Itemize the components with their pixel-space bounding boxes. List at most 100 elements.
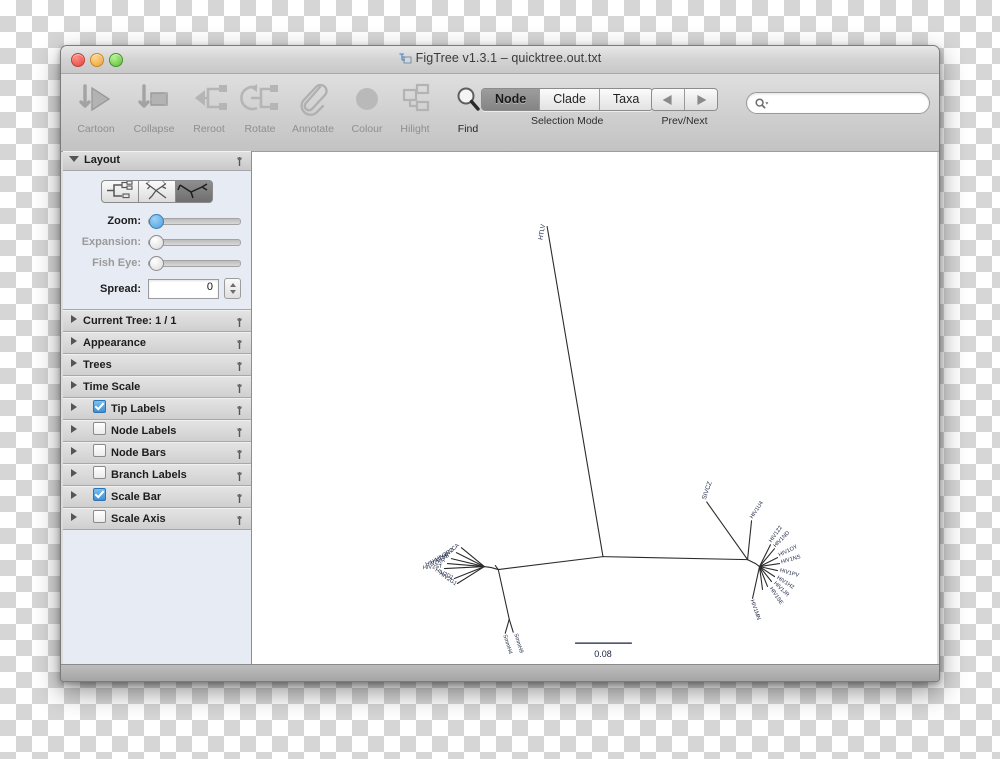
sidebar-item-node-labels[interactable]: Node Labels — [63, 420, 251, 442]
scale-axis-checkbox[interactable] — [93, 510, 106, 523]
tree-branches — [443, 226, 781, 634]
fisheye-slider-track[interactable] — [148, 255, 241, 271]
radial-layout-button[interactable] — [175, 180, 213, 203]
node-labels-checkbox[interactable] — [93, 422, 106, 435]
fisheye-slider-label: Fish Eye: — [92, 257, 141, 269]
sidebar-label-tip-labels: Tip Labels — [111, 403, 166, 415]
toolbar-button-rotate[interactable]: Rotate — [231, 80, 289, 135]
chevron-right-icon[interactable] — [71, 403, 77, 411]
prev-button[interactable] — [652, 89, 685, 110]
toolbar-button-cartoon[interactable]: Cartoon — [67, 80, 125, 135]
toolbar: Cartoon Collapse Reroot Rotate Annotate … — [61, 74, 939, 152]
pin-icon[interactable] — [234, 156, 245, 167]
sidebar-label-scale-bar: Scale Bar — [111, 491, 162, 503]
sidebar-label-scale-axis: Scale Axis — [111, 513, 166, 525]
tip-label-smmh9: SmmH9 — [512, 633, 524, 654]
fisheye-slider-knob[interactable] — [149, 255, 164, 271]
chevron-right-icon[interactable] — [71, 315, 77, 323]
node-bars-checkbox[interactable] — [93, 444, 106, 457]
tip-label-sivcz: SIVCZ — [701, 481, 714, 501]
pin-icon[interactable] — [234, 381, 245, 393]
collapse-icon — [125, 80, 183, 122]
pin-icon[interactable] — [234, 337, 245, 349]
tree-canvas-area[interactable]: HTLV HIV2CA HIV2RO HIV2SB HIV2KR HIV2ST … — [252, 151, 937, 665]
arrow-right-icon — [697, 94, 707, 105]
pin-icon[interactable] — [234, 403, 245, 415]
sidebar-label-node-labels: Node Labels — [111, 425, 177, 437]
pin-icon[interactable] — [234, 359, 245, 371]
chevron-right-icon[interactable] — [71, 381, 77, 389]
polar-layout-button[interactable] — [138, 177, 175, 203]
toolbar-button-hilight[interactable]: Hilight — [386, 80, 444, 135]
window-body: Layout Zoom: Expansion: Fish Eye: Spread… — [61, 151, 939, 681]
pin-icon[interactable] — [234, 425, 245, 437]
window-bottom-bar — [61, 664, 939, 681]
sidebar-label-current-tree: Current Tree: 1 / 1 — [83, 315, 177, 327]
expansion-slider-row: Expansion: — [69, 234, 241, 250]
spread-input[interactable]: 0 — [148, 278, 219, 299]
selection-mode-node[interactable]: Node — [482, 89, 541, 110]
search-field[interactable] — [746, 92, 930, 114]
chevron-right-icon[interactable] — [71, 337, 77, 345]
sidebar-item-node-bars[interactable]: Node Bars — [63, 442, 251, 464]
selection-mode-caption: Selection Mode — [530, 115, 604, 127]
sidebar-label-trees: Trees — [83, 359, 112, 371]
expansion-slider-track[interactable] — [148, 234, 241, 250]
branch-labels-checkbox[interactable] — [93, 466, 106, 479]
sidebar-item-trees[interactable]: Trees — [63, 354, 251, 376]
stepper-up-icon[interactable] — [229, 283, 236, 287]
scale-bar-checkbox[interactable] — [93, 488, 106, 501]
tip-label-hiv1u4: HIV1U4 — [749, 500, 765, 520]
chevron-right-icon[interactable] — [71, 513, 77, 521]
phylogenetic-tree[interactable]: HTLV HIV2CA HIV2RO HIV2SB HIV2KR HIV2ST … — [252, 152, 937, 665]
sidebar-label-branch-labels: Branch Labels — [111, 469, 187, 481]
cartoon-icon — [67, 80, 125, 122]
sidebar-item-tip-labels[interactable]: Tip Labels — [63, 398, 251, 420]
fisheye-slider-row: Fish Eye: — [69, 255, 241, 271]
chevron-right-icon[interactable] — [71, 491, 77, 499]
sidebar-item-appearance[interactable]: Appearance — [63, 332, 251, 354]
selection-mode-clade[interactable]: Clade — [540, 89, 600, 110]
chevron-right-icon[interactable] — [71, 447, 77, 455]
chevron-right-icon[interactable] — [71, 425, 77, 433]
zoom-slider-knob[interactable] — [149, 213, 164, 229]
sidebar-item-branch-labels[interactable]: Branch Labels — [63, 464, 251, 486]
pin-icon[interactable] — [234, 491, 245, 503]
pin-icon[interactable] — [234, 513, 245, 525]
next-button[interactable] — [685, 89, 717, 110]
sidebar-item-current-tree[interactable]: Current Tree: 1 / 1 — [63, 310, 251, 332]
layout-button-group — [63, 177, 251, 203]
search-input[interactable] — [774, 95, 921, 112]
pin-icon[interactable] — [234, 469, 245, 481]
sidebar-item-time-scale[interactable]: Time Scale — [63, 376, 251, 398]
toolbar-label-collapse: Collapse — [133, 123, 175, 135]
sidebar-label-node-bars: Node Bars — [111, 447, 167, 459]
selection-mode-control: Node Clade Taxa Selection Mode — [481, 88, 654, 127]
selection-mode-taxa[interactable]: Taxa — [599, 89, 653, 110]
pin-icon[interactable] — [234, 315, 245, 327]
toolbar-button-reroot[interactable]: Reroot — [180, 80, 238, 135]
control-sidebar: Layout Zoom: Expansion: Fish Eye: Spread… — [63, 151, 252, 665]
window-title-text: FigTree v1.3.1 – quicktree.out.txt — [415, 51, 602, 65]
chevron-right-icon[interactable] — [71, 359, 77, 367]
window-title: FigTree v1.3.1 – quicktree.out.txt — [61, 51, 939, 65]
chevron-down-icon — [69, 156, 79, 162]
tip-labels-checkbox[interactable] — [93, 400, 106, 413]
expansion-slider-knob[interactable] — [149, 234, 164, 250]
sidebar-item-scale-axis[interactable]: Scale Axis — [63, 508, 251, 530]
sidebar-item-scale-bar[interactable]: Scale Bar — [63, 486, 251, 508]
stepper-down-icon[interactable] — [229, 290, 236, 294]
prev-next-control: Prev/Next — [651, 88, 718, 127]
reroot-icon — [180, 80, 238, 122]
zoom-slider-label: Zoom: — [107, 215, 141, 227]
layout-panel-header[interactable]: Layout — [63, 151, 251, 171]
arrow-left-icon — [662, 94, 672, 105]
chevron-right-icon[interactable] — [71, 469, 77, 477]
zoom-slider-track[interactable] — [148, 213, 241, 229]
toolbar-button-collapse[interactable]: Collapse — [125, 80, 183, 135]
pin-icon[interactable] — [234, 447, 245, 459]
rectangular-layout-button[interactable] — [101, 180, 138, 203]
toolbar-button-annotate[interactable]: Annotate — [284, 80, 342, 135]
spread-stepper[interactable] — [224, 278, 241, 299]
layout-panel-title: Layout — [84, 154, 121, 166]
